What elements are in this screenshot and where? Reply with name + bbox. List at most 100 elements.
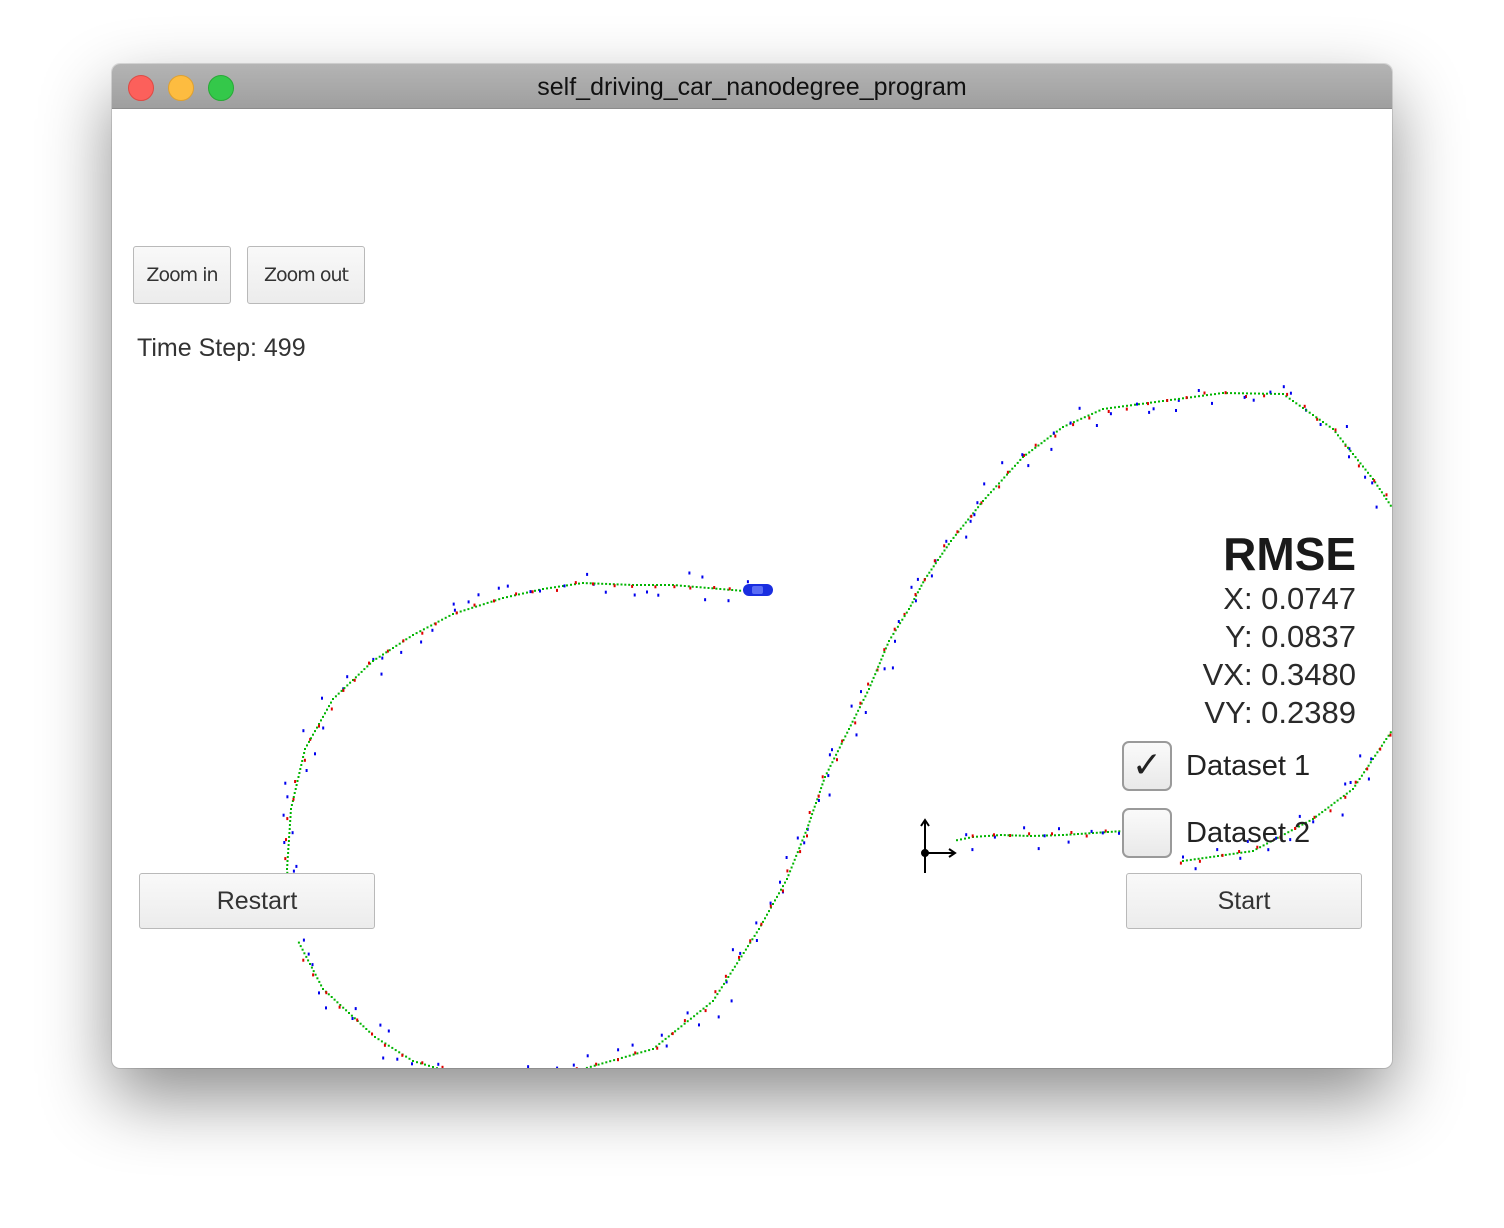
lidar-marker: [617, 1058, 619, 1062]
ground-truth-marker: [995, 485, 998, 488]
start-button[interactable]: Start: [1126, 873, 1362, 929]
lidar-marker: [1051, 832, 1053, 836]
ground-truth-marker: [875, 669, 878, 672]
lidar-marker: [434, 622, 437, 626]
ground-truth-marker: [964, 837, 966, 840]
radar-marker: [1371, 481, 1374, 485]
ground-truth-marker: [661, 1040, 664, 1043]
radar-marker: [284, 781, 287, 785]
radar-marker: [631, 1043, 634, 1047]
ground-truth-marker: [395, 644, 398, 647]
radar-marker: [431, 628, 434, 632]
ground-truth-marker: [822, 779, 825, 782]
ground-truth-marker: [346, 684, 349, 687]
ground-truth-marker: [1025, 453, 1028, 456]
lidar-marker: [738, 955, 740, 959]
lidar-marker: [1334, 428, 1337, 432]
dataset-1-checkbox[interactable]: ✓: [1122, 741, 1172, 791]
ground-truth-marker: [705, 1005, 708, 1008]
ground-truth-marker: [412, 634, 414, 636]
ground-truth-marker: [729, 972, 732, 975]
ground-truth-marker: [426, 626, 429, 629]
radar-marker: [1021, 453, 1024, 457]
ground-truth-marker: [1333, 801, 1336, 804]
radar-marker: [828, 753, 831, 757]
ground-truth-marker: [703, 586, 706, 589]
lidar-marker: [993, 833, 995, 837]
lidar-marker: [1185, 396, 1188, 400]
ground-truth-marker: [286, 860, 289, 862]
ground-truth-marker: [1278, 392, 1280, 395]
ground-truth-marker: [782, 885, 784, 888]
ground-truth-marker: [613, 1059, 616, 1062]
ground-truth-marker: [506, 596, 508, 599]
ground-truth-marker: [840, 742, 843, 745]
dataset-2-option[interactable]: Dataset 2: [1122, 808, 1310, 858]
ground-truth-marker: [858, 706, 861, 709]
ground-truth-marker: [644, 584, 646, 586]
radar-marker: [701, 575, 704, 579]
ground-truth-marker: [305, 955, 308, 958]
ground-truth-marker: [605, 582, 608, 585]
ground-truth-marker: [695, 586, 698, 588]
radar-marker: [453, 608, 456, 612]
ground-truth-marker: [377, 1038, 380, 1041]
ground-truth-marker: [310, 966, 313, 969]
radar-marker: [1058, 827, 1060, 831]
lidar-marker: [401, 1053, 404, 1057]
radar-marker: [1118, 831, 1120, 835]
ground-truth-marker: [930, 568, 933, 571]
dataset-1-option[interactable]: ✓ Dataset 1: [1122, 741, 1310, 791]
ground-truth-marker: [780, 888, 782, 891]
ground-truth-marker: [372, 660, 374, 662]
lidar-marker: [325, 991, 328, 995]
ground-truth-marker: [918, 588, 921, 590]
ground-truth-marker: [640, 1051, 643, 1054]
ground-truth-marker: [1142, 402, 1144, 405]
ground-truth-marker: [1018, 834, 1021, 837]
restart-button[interactable]: Restart: [139, 873, 375, 929]
ground-truth-marker: [872, 676, 875, 679]
ground-truth-marker: [408, 636, 411, 639]
ground-truth-marker: [1206, 394, 1208, 397]
radar-marker: [400, 650, 403, 654]
ground-truth-marker: [360, 670, 363, 673]
ground-truth-marker: [658, 1042, 661, 1045]
radar-marker: [769, 901, 772, 905]
lidar-marker: [971, 834, 974, 838]
rmse-x-value: X: 0.0747: [1223, 581, 1356, 616]
radar-marker: [1243, 395, 1246, 399]
zoom-in-button[interactable]: Zoom in: [133, 246, 231, 304]
radar-marker: [779, 880, 781, 884]
ground-truth-marker: [1150, 401, 1152, 404]
ground-truth-marker: [601, 582, 604, 585]
ground-truth-marker: [699, 1010, 702, 1013]
ground-truth-marker: [835, 753, 838, 756]
ground-truth-marker: [815, 802, 817, 804]
radar-marker: [1078, 406, 1081, 410]
title-bar[interactable]: self_driving_car_nanodegree_program: [112, 64, 1392, 109]
ground-truth-marker: [306, 744, 308, 747]
dataset-2-checkbox[interactable]: [1122, 808, 1172, 858]
ground-truth-marker: [1358, 778, 1361, 780]
ground-truth-marker: [1003, 834, 1006, 837]
radar-marker: [1037, 847, 1040, 851]
zoom-out-button[interactable]: Zoom out: [247, 246, 365, 304]
ground-truth-marker: [316, 726, 318, 729]
dataset-1-label: Dataset 1: [1186, 749, 1311, 782]
ground-truth-marker: [391, 1046, 394, 1049]
ground-truth-marker: [1091, 412, 1094, 415]
ground-truth-marker: [293, 792, 296, 794]
ground-truth-marker: [405, 1055, 408, 1058]
ground-truth-marker: [824, 776, 826, 778]
ground-truth-marker: [848, 728, 850, 730]
ground-truth-marker: [766, 913, 768, 916]
radar-marker: [286, 795, 289, 799]
ground-truth-marker: [522, 592, 524, 595]
ground-truth-marker: [1363, 771, 1366, 774]
lidar-marker: [1329, 809, 1332, 813]
ground-truth-marker: [314, 973, 317, 976]
ground-truth-marker: [952, 536, 955, 539]
radar-marker: [1344, 782, 1347, 786]
lidar-marker: [1263, 394, 1266, 398]
